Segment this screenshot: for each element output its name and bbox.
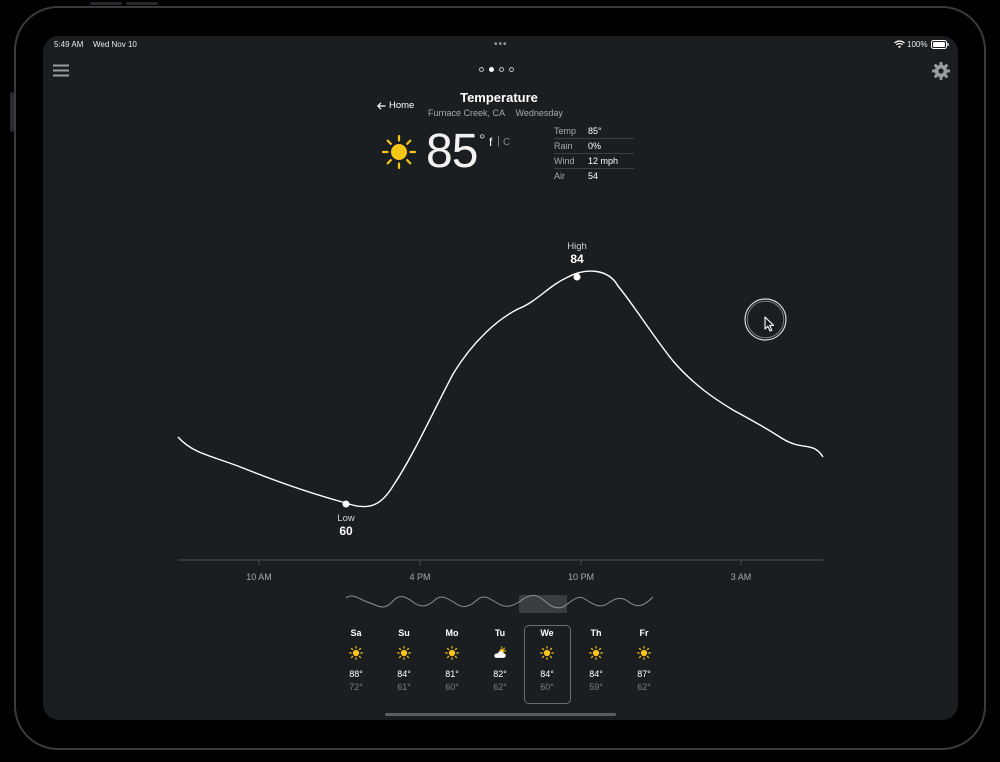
- forecast-day[interactable]: Fr 87° 62°: [624, 628, 664, 692]
- forecast-day-name: Tu: [494, 628, 506, 638]
- forecast-low: 60°: [540, 682, 554, 692]
- forecast-day[interactable]: Th 84° 59°: [576, 628, 616, 692]
- sun-icon: [637, 646, 651, 660]
- forecast-high: 81°: [445, 669, 459, 679]
- high-label: High: [567, 241, 587, 252]
- low-value: 60: [339, 524, 353, 538]
- mini-week-graph: [345, 594, 654, 609]
- device-button: [10, 92, 14, 132]
- sun-icon: [397, 646, 411, 660]
- sun-icon: [589, 646, 603, 660]
- forecast-day[interactable]: Sa 88° 72°: [336, 628, 376, 692]
- tick-label: 4 PM: [409, 572, 430, 582]
- device-button: [90, 2, 122, 5]
- partly-cloudy-icon: [494, 646, 507, 658]
- forecast-high: 84°: [540, 669, 554, 679]
- forecast-high: 82°: [493, 669, 507, 679]
- tick-label: 10 AM: [246, 572, 272, 582]
- forecast-low: 59°: [589, 682, 603, 692]
- forecast-low: 72°: [349, 682, 363, 692]
- home-indicator[interactable]: [385, 713, 616, 716]
- sun-icon: [349, 646, 363, 660]
- forecast-low: 62°: [493, 682, 507, 692]
- forecast-day-name: Mo: [445, 628, 459, 638]
- forecast-high: 84°: [397, 669, 411, 679]
- app-screen: 5:49 AM Wed Nov 10 ••• 100% Home Tempera…: [43, 36, 958, 720]
- device-button: [126, 2, 158, 5]
- high-value: 84: [570, 252, 584, 266]
- forecast-day[interactable]: Tu 82° 62°: [480, 628, 520, 692]
- pointer-cursor-icon: [744, 298, 787, 341]
- forecast-day-selected[interactable]: We 84° 60°: [527, 628, 567, 692]
- forecast-low: 61°: [397, 682, 411, 692]
- sun-icon: [445, 646, 459, 660]
- tick-label: 3 AM: [731, 572, 752, 582]
- low-point-marker: [342, 500, 350, 508]
- forecast-day-name: Fr: [639, 628, 649, 638]
- forecast-high: 84°: [589, 669, 603, 679]
- high-point-marker: [573, 273, 581, 281]
- low-label: Low: [337, 513, 355, 524]
- forecast-day-name: Th: [590, 628, 602, 638]
- forecast-day-name: Su: [398, 628, 410, 638]
- forecast-high: 87°: [637, 669, 651, 679]
- forecast-day[interactable]: Mo 81° 60°: [432, 628, 472, 692]
- sun-icon: [540, 646, 554, 660]
- forecast-day[interactable]: Su 84° 61°: [384, 628, 424, 692]
- forecast-day-name: Sa: [350, 628, 362, 638]
- forecast-low: 60°: [445, 682, 459, 692]
- temperature-graph[interactable]: High 84 Low 60 10 AM 4 PM 10 PM 3 AM: [43, 36, 958, 720]
- forecast-high: 88°: [349, 669, 363, 679]
- forecast-low: 62°: [637, 682, 651, 692]
- forecast-day-name: We: [540, 628, 554, 638]
- tick-label: 10 PM: [568, 572, 594, 582]
- temperature-curve: [177, 270, 824, 508]
